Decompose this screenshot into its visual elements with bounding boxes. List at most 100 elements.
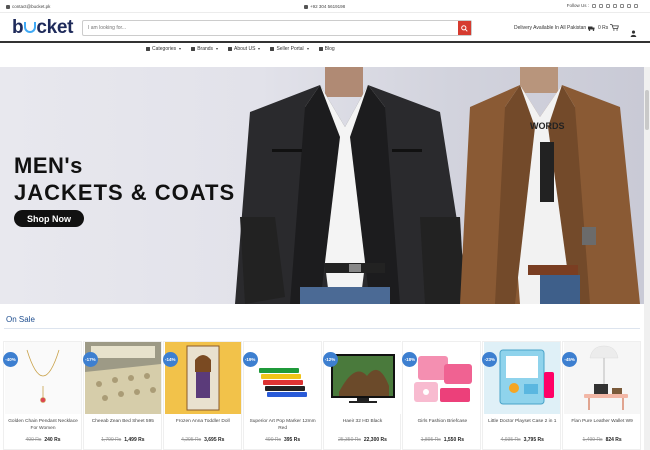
nav-label: Blog xyxy=(324,46,335,52)
product-image[interactable] xyxy=(404,342,481,414)
search-bar xyxy=(82,20,472,36)
product-price: 4,295 Rs 3,695 Rs xyxy=(164,437,242,443)
cart-icon xyxy=(610,24,620,31)
product-card[interactable]: -12% Haeir 32 HD Black 25,350 Rs 22,300 R… xyxy=(322,341,402,450)
product-card[interactable]: -14% Frozen Anna Toddler Doll 4,295 Rs 3,… xyxy=(162,341,242,450)
product-image[interactable] xyxy=(84,342,161,414)
nav-label: Categories xyxy=(152,46,177,52)
shirt-print-text: WORDS xyxy=(530,121,565,131)
cart-button[interactable]: 0 Rs xyxy=(598,24,620,31)
product-card[interactable]: -45% Flan Pure Leather Wallet W9 1,499 R… xyxy=(562,341,641,450)
cart-icon xyxy=(146,47,150,51)
email-text: contact@bucket.pk xyxy=(12,4,51,9)
phone-icon xyxy=(304,4,308,9)
old-price: 1,895 Rs xyxy=(420,437,441,443)
phone-social-icon[interactable] xyxy=(627,3,631,8)
banner-title-line2: JACKETS & COATS xyxy=(14,180,236,205)
product-image[interactable] xyxy=(564,342,641,414)
old-price: 1,499 Rs xyxy=(582,437,603,443)
old-price: 4,935 Rs xyxy=(500,437,521,443)
pinterest-icon[interactable] xyxy=(613,3,617,8)
chevron-down-icon xyxy=(216,48,219,50)
delivery-info: Delivery Available In All Pakistan xyxy=(514,25,595,31)
on-sale-divider xyxy=(4,328,640,329)
search-button[interactable] xyxy=(458,21,471,35)
bucket-logo-icon xyxy=(24,22,37,33)
phone-text: +92 304 5619198 xyxy=(310,4,346,9)
email-icon xyxy=(6,4,10,9)
old-price: 400 Rs xyxy=(25,437,42,443)
on-sale-heading: On Sale xyxy=(6,315,35,324)
follow-label: Follow Us : xyxy=(566,3,589,8)
discount-badge: -19% xyxy=(242,352,258,367)
tag-icon xyxy=(191,47,196,51)
sale-price: 1,550 Rs xyxy=(443,437,465,443)
product-name[interactable]: Flan Pure Leather Wallet W9 xyxy=(565,419,639,426)
delivery-text: Delivery Available In All Pakistan xyxy=(514,25,587,31)
product-name[interactable]: Haeir 32 HD Black xyxy=(326,419,400,426)
truck-icon xyxy=(588,26,595,31)
discount-badge: -14% xyxy=(162,352,178,367)
product-price: 1,895 Rs 1,550 Rs xyxy=(403,437,481,443)
product-image[interactable] xyxy=(164,342,241,414)
nav-about-us[interactable]: About US xyxy=(228,46,261,52)
nav-categories[interactable]: Categories xyxy=(146,46,182,52)
product-image[interactable] xyxy=(5,342,81,414)
product-card[interactable]: -18% Girls Fashion Briefcase 1,895 Rs 1,5… xyxy=(402,341,482,450)
chevron-down-icon xyxy=(258,48,261,50)
product-price: 25,350 Rs 22,300 Rs xyxy=(324,437,402,443)
discount-badge: -17% xyxy=(82,352,98,367)
whatsapp-icon[interactable] xyxy=(620,3,624,8)
mail-social-icon[interactable] xyxy=(634,3,638,8)
contact-phone[interactable]: +92 304 5619198 xyxy=(304,4,345,9)
product-price: 1,799 Rs 1,499 Rs xyxy=(84,437,162,443)
search-input[interactable] xyxy=(83,21,458,35)
sale-price: 395 Rs xyxy=(283,437,301,443)
product-price: 490 Rs 395 Rs xyxy=(244,437,322,443)
product-price: 400 Rs 240 Rs xyxy=(4,437,82,443)
product-name[interactable]: Girls Fashion Briefcase xyxy=(405,419,479,426)
top-bar: contact@bucket.pk +92 304 5619198 Follow… xyxy=(0,0,650,13)
old-price: 25,350 Rs xyxy=(338,437,361,443)
chevron-down-icon xyxy=(179,48,182,50)
product-name[interactable]: Superior Art Pop Marker 12mm Red xyxy=(246,419,320,432)
chevron-down-icon xyxy=(306,48,309,50)
product-price: 1,499 Rs 824 Rs xyxy=(563,437,641,443)
product-card[interactable]: -17% Cheeab Zean Bed Sheet 595 1,799 Rs 1… xyxy=(82,341,162,450)
search-icon xyxy=(461,24,468,32)
shop-now-button[interactable]: Shop Now xyxy=(14,210,84,227)
old-price: 1,799 Rs xyxy=(101,437,122,443)
contact-email[interactable]: contact@bucket.pk xyxy=(6,4,50,9)
product-name[interactable]: Cheeab Zean Bed Sheet 595 xyxy=(86,419,160,426)
sale-price: 1,499 Rs xyxy=(124,437,145,443)
scrollbar-thumb[interactable] xyxy=(645,90,649,130)
sale-price: 240 Rs xyxy=(44,437,61,443)
product-name[interactable]: Little Doctor Playset Case 2 in 1 xyxy=(485,419,559,426)
on-sale-products: -40% Golden Chain Pendant Necklace For W… xyxy=(3,341,641,450)
old-price: 4,295 Rs xyxy=(181,437,202,443)
main-nav: Categories Brands About US Seller Portal… xyxy=(146,46,335,52)
twitter-icon[interactable] xyxy=(599,3,603,8)
sale-price: 22,300 Rs xyxy=(363,437,387,443)
site-logo[interactable]: b cket xyxy=(12,17,73,39)
hero-banner[interactable]: WORDS MEN's JACKETS & COATS Shop Now xyxy=(0,67,644,304)
product-image[interactable] xyxy=(324,342,401,414)
chat-icon xyxy=(228,47,233,51)
discount-badge: -40% xyxy=(3,352,18,367)
instagram-icon[interactable] xyxy=(606,3,610,8)
account-button[interactable] xyxy=(630,24,637,42)
nav-seller-portal[interactable]: Seller Portal xyxy=(270,46,309,52)
facebook-icon[interactable] xyxy=(592,3,596,8)
product-card[interactable]: -40% Golden Chain Pendant Necklace For W… xyxy=(3,341,82,450)
product-card[interactable]: -19% Superior Art Pop Marker 12mm Red 49… xyxy=(242,341,322,450)
nav-label: Brands xyxy=(197,46,214,52)
product-price: 4,935 Rs 3,795 Rs xyxy=(483,437,561,443)
nav-brands[interactable]: Brands xyxy=(191,46,219,52)
product-name[interactable]: Golden Chain Pendant Necklace For Women xyxy=(6,419,80,432)
product-name[interactable]: Frozen Anna Toddler Doll xyxy=(166,419,240,426)
product-image[interactable] xyxy=(244,342,321,414)
product-card[interactable]: -23% Little Doctor Playset Case 2 in 1 4… xyxy=(482,341,562,450)
discount-badge: -12% xyxy=(322,352,338,367)
nav-blog[interactable]: Blog xyxy=(318,46,335,52)
product-image[interactable] xyxy=(484,342,561,414)
